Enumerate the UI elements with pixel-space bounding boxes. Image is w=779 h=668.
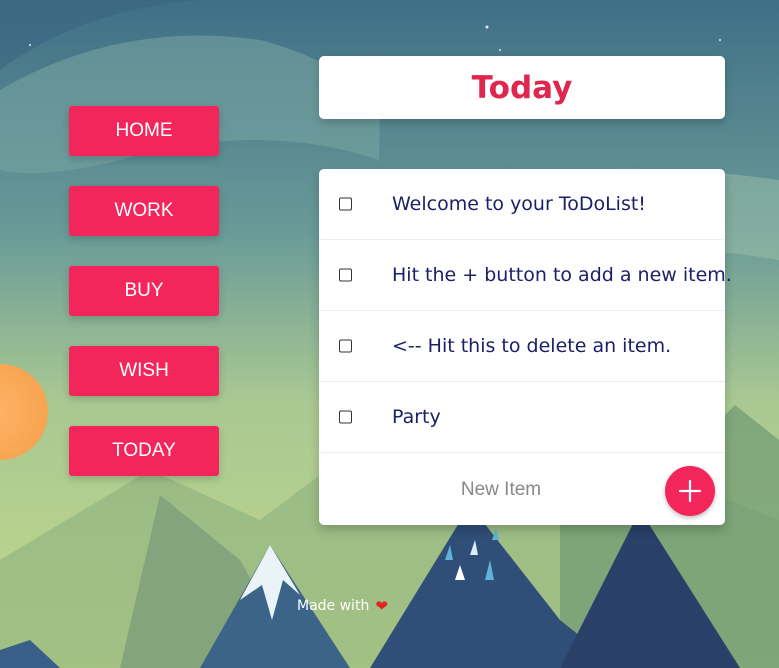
nav-wish-button[interactable]: WISH (69, 346, 219, 396)
add-item-button[interactable] (665, 466, 715, 516)
list-heading-box: Today (319, 56, 725, 119)
item-text: Party (392, 406, 441, 428)
heart-icon: ❤ (375, 597, 388, 615)
nav-buy-button[interactable]: BUY (69, 266, 219, 316)
item-text: <-- Hit this to delete an item. (392, 335, 672, 357)
item-checkbox[interactable] (339, 268, 352, 282)
nav-today-button[interactable]: TODAY (69, 426, 219, 476)
footer-text: Made with (297, 598, 370, 614)
item-text: Hit the + button to add a new item. (392, 264, 732, 286)
new-item-input[interactable] (379, 469, 623, 511)
plus-icon (678, 479, 702, 503)
new-item-row (319, 453, 725, 526)
list-item: <-- Hit this to delete an item. (319, 311, 725, 382)
nav-work-button[interactable]: WORK (69, 186, 219, 236)
list-item: Party (319, 382, 725, 453)
list-title: Today (471, 69, 573, 106)
nav-home-button[interactable]: HOME (69, 106, 219, 156)
list-item: Hit the + button to add a new item. (319, 240, 732, 311)
item-checkbox[interactable] (339, 410, 352, 424)
item-checkbox[interactable] (339, 197, 352, 211)
item-text: Welcome to your ToDoList! (392, 193, 646, 215)
item-checkbox[interactable] (339, 339, 352, 353)
todo-list: Welcome to your ToDoList! Hit the + butt… (319, 169, 732, 526)
list-item: Welcome to your ToDoList! (319, 169, 725, 240)
footer: Made with ❤ (297, 597, 388, 615)
